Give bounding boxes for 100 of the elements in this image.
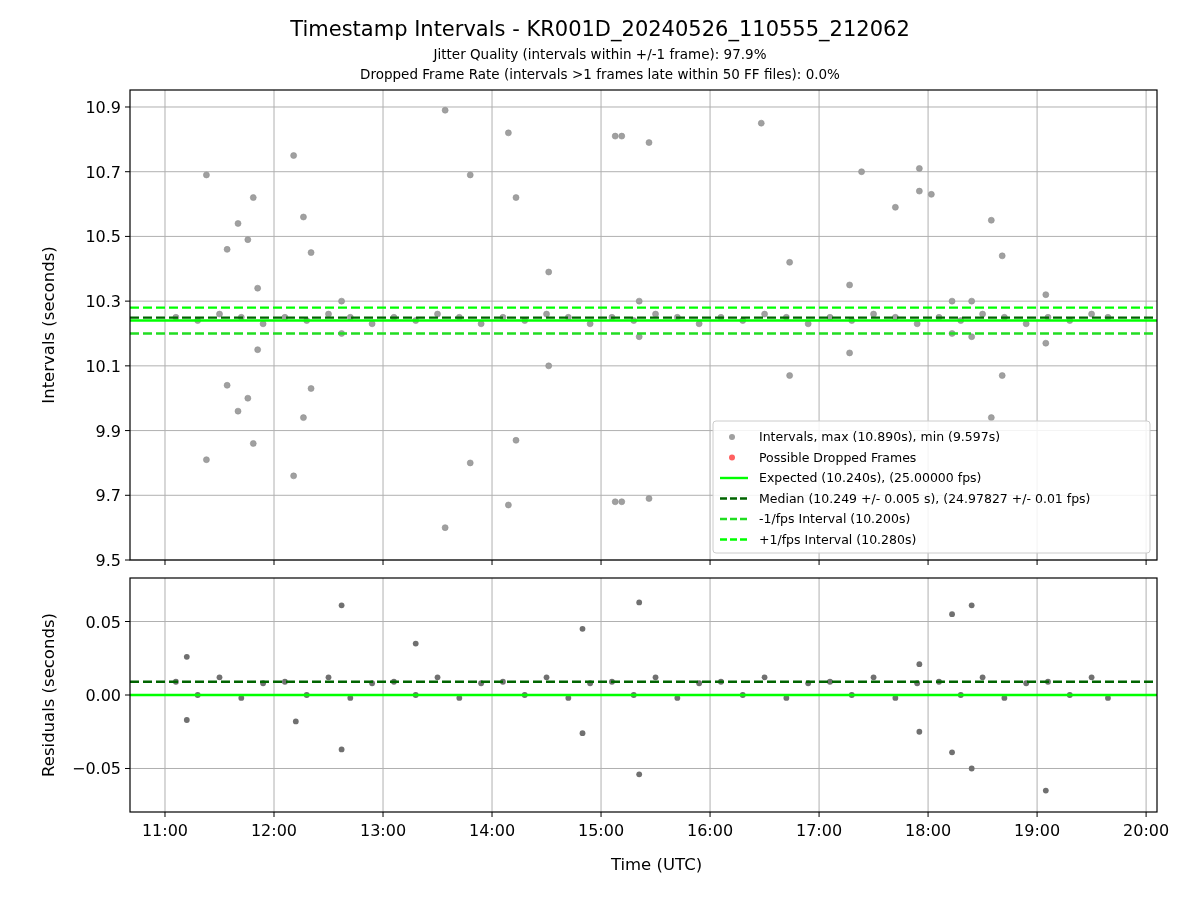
data-point — [194, 692, 201, 698]
data-point — [281, 314, 289, 321]
data-point — [307, 385, 315, 392]
y-tick-label: 10.7 — [85, 162, 121, 182]
data-point — [238, 695, 245, 701]
data-point — [456, 695, 463, 701]
data-point — [203, 171, 210, 179]
data-point — [892, 695, 899, 701]
data-point — [998, 252, 1006, 260]
data-point — [870, 674, 877, 681]
data-point — [238, 314, 245, 321]
data-point — [635, 297, 643, 305]
data-point — [587, 680, 594, 687]
data-point — [949, 749, 955, 756]
data-point — [412, 640, 419, 647]
data-point — [412, 317, 420, 324]
data-point — [949, 611, 955, 618]
data-point — [325, 310, 332, 318]
data-point — [1042, 291, 1050, 298]
legend-label: +1/fps Interval (10.280s) — [759, 531, 917, 547]
data-point — [369, 680, 375, 687]
legend-marker-icon — [729, 434, 735, 440]
data-point — [948, 297, 956, 305]
y-tick-label: 9.9 — [95, 421, 121, 441]
data-point — [1022, 320, 1030, 328]
data-point — [172, 314, 180, 321]
data-point — [579, 625, 586, 632]
data-point — [478, 680, 485, 687]
data-point — [545, 362, 552, 370]
data-point — [870, 310, 877, 318]
data-point — [543, 674, 550, 681]
data-point — [254, 284, 261, 292]
data-point — [696, 680, 703, 687]
data-point — [1023, 680, 1030, 687]
y-axis-label: Residuals (seconds) — [39, 613, 58, 777]
data-point — [988, 414, 995, 421]
data-point — [250, 194, 257, 201]
data-point — [412, 692, 419, 698]
legend-line-icon — [720, 538, 748, 541]
data-point — [579, 730, 586, 737]
data-point — [988, 216, 995, 224]
data-point — [203, 456, 210, 463]
data-point — [1105, 695, 1111, 701]
data-point — [244, 394, 252, 402]
x-tick-label: 19:00 — [1014, 821, 1061, 840]
data-point — [827, 678, 833, 685]
data-point — [928, 191, 935, 198]
data-point — [391, 678, 397, 685]
data-point — [244, 236, 252, 243]
data-point — [303, 692, 310, 698]
data-point — [338, 330, 345, 337]
data-point — [183, 653, 190, 660]
data-point — [300, 213, 307, 221]
data-point — [307, 249, 315, 256]
data-point — [477, 320, 485, 328]
data-point — [630, 692, 637, 698]
data-point — [674, 314, 681, 321]
data-point — [608, 314, 616, 321]
data-point — [254, 346, 261, 353]
y-tick-label: 0.00 — [85, 686, 121, 705]
chart-subtitle: Jitter Quality (intervals within +/-1 frame): 97.9% — [433, 45, 767, 64]
data-point — [739, 692, 746, 698]
x-tick-label: 14:00 — [468, 821, 516, 840]
data-point — [505, 501, 512, 509]
data-point — [216, 674, 223, 681]
data-point — [499, 314, 507, 321]
data-point — [505, 129, 512, 137]
legend-marker-icon — [729, 454, 735, 461]
data-point — [998, 372, 1006, 379]
legend-label: -1/fps Interval (10.200s) — [759, 511, 911, 526]
data-point — [718, 678, 724, 685]
data-point — [290, 472, 297, 480]
data-point — [441, 524, 449, 531]
data-point — [1044, 314, 1052, 321]
data-point — [500, 678, 506, 685]
y-tick-label: 9.7 — [95, 486, 121, 506]
data-point — [290, 152, 297, 159]
data-point — [466, 459, 474, 467]
data-point — [636, 771, 643, 778]
data-point — [858, 168, 865, 175]
y-axis-label: Intervals (seconds) — [39, 246, 58, 404]
legend-line-icon — [720, 497, 748, 500]
data-point — [347, 314, 354, 321]
data-point — [957, 692, 964, 698]
data-point — [957, 317, 965, 324]
data-point — [635, 333, 643, 341]
data-point — [979, 674, 986, 681]
data-point — [786, 259, 793, 266]
data-point — [1088, 310, 1095, 318]
y-tick-label: −0.05 — [71, 759, 121, 779]
data-point — [512, 194, 520, 201]
data-point — [292, 718, 299, 725]
data-point — [1088, 674, 1095, 681]
data-point — [234, 407, 242, 415]
x-tick-label: 20:00 — [1123, 821, 1170, 840]
data-point — [434, 310, 441, 318]
data-point — [979, 310, 986, 318]
x-tick-label: 18:00 — [905, 821, 952, 840]
data-point — [717, 314, 725, 321]
y-tick-label: 10.9 — [85, 98, 121, 117]
